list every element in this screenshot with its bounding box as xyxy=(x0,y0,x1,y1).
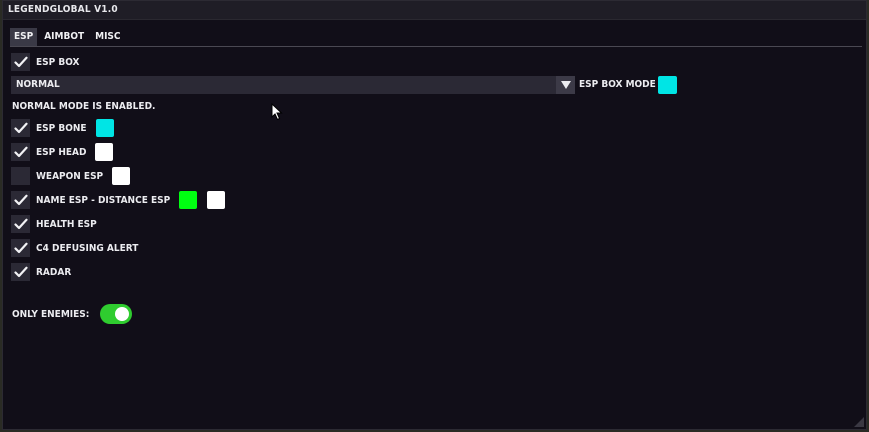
cheat-menu-window: LEGENDGLOBAL V1.0 ESP AIMBOT MISC ESP BO… xyxy=(2,0,867,430)
tab-aimbot[interactable]: AIMBOT xyxy=(40,28,88,46)
health-esp-row: HEALTH ESP xyxy=(11,215,97,233)
health-esp-checkbox[interactable] xyxy=(11,215,30,233)
esp-box-checkbox[interactable] xyxy=(11,53,30,71)
tab-misc[interactable]: MISC xyxy=(91,28,124,46)
c4-alert-row: C4 DEFUSING ALERT xyxy=(11,239,138,257)
only-enemies-row: ONLY ENEMIES: xyxy=(12,304,133,324)
weapon-esp-checkbox[interactable] xyxy=(11,167,30,185)
only-enemies-label: ONLY ENEMIES: xyxy=(12,308,90,320)
dropdown-arrow-icon[interactable] xyxy=(556,76,575,94)
name-esp-checkbox[interactable] xyxy=(11,191,30,209)
name-esp-row: NAME ESP - DISTANCE ESP xyxy=(11,191,226,209)
esp-box-color-swatch[interactable] xyxy=(658,76,677,94)
distance-esp-color-swatch[interactable] xyxy=(207,191,226,209)
radar-label: RADAR xyxy=(36,266,72,278)
check-icon xyxy=(13,194,28,206)
name-esp-color-swatch[interactable] xyxy=(179,191,198,209)
tab-bar: ESP AIMBOT MISC xyxy=(10,28,128,46)
esp-bone-color-swatch[interactable] xyxy=(95,119,114,137)
window-title: LEGENDGLOBAL V1.0 xyxy=(8,4,118,15)
esp-box-mode-select[interactable]: NORMAL xyxy=(11,76,575,94)
esp-bone-row: ESP BONE xyxy=(11,119,114,137)
esp-box-label: ESP BOX xyxy=(36,56,80,68)
esp-box-mode-label: ESP BOX MODE xyxy=(579,79,656,90)
esp-box-row: ESP BOX xyxy=(11,53,79,71)
title-bar[interactable]: LEGENDGLOBAL V1.0 xyxy=(3,1,866,20)
esp-bone-checkbox[interactable] xyxy=(11,119,30,137)
check-icon xyxy=(13,146,28,158)
esp-head-row: ESP HEAD xyxy=(11,143,114,161)
check-icon xyxy=(13,122,28,134)
tab-esp[interactable]: ESP xyxy=(10,28,38,46)
box-mode-status: NORMAL MODE IS ENABLED. xyxy=(12,101,156,112)
c4-alert-label: C4 DEFUSING ALERT xyxy=(36,242,139,254)
weapon-esp-label: WEAPON ESP xyxy=(36,170,104,182)
esp-head-label: ESP HEAD xyxy=(36,146,87,158)
only-enemies-toggle[interactable] xyxy=(100,304,133,324)
weapon-esp-row: WEAPON ESP xyxy=(11,167,131,185)
check-icon xyxy=(13,56,28,68)
check-icon xyxy=(13,266,28,278)
esp-head-checkbox[interactable] xyxy=(11,143,30,161)
c4-alert-checkbox[interactable] xyxy=(11,239,30,257)
tab-divider xyxy=(10,46,862,47)
health-esp-label: HEALTH ESP xyxy=(36,218,97,230)
radar-row: RADAR xyxy=(11,263,71,281)
mouse-cursor-icon xyxy=(271,103,283,121)
esp-box-mode-value: NORMAL xyxy=(16,79,60,90)
toggle-knob xyxy=(115,307,130,321)
resize-grip-icon[interactable] xyxy=(854,417,864,427)
check-icon xyxy=(13,242,28,254)
radar-checkbox[interactable] xyxy=(11,263,30,281)
name-esp-label: NAME ESP - DISTANCE ESP xyxy=(36,194,171,206)
esp-head-color-swatch[interactable] xyxy=(95,143,114,161)
weapon-esp-color-swatch[interactable] xyxy=(112,167,131,185)
esp-bone-label: ESP BONE xyxy=(36,122,87,134)
check-icon xyxy=(13,218,28,230)
